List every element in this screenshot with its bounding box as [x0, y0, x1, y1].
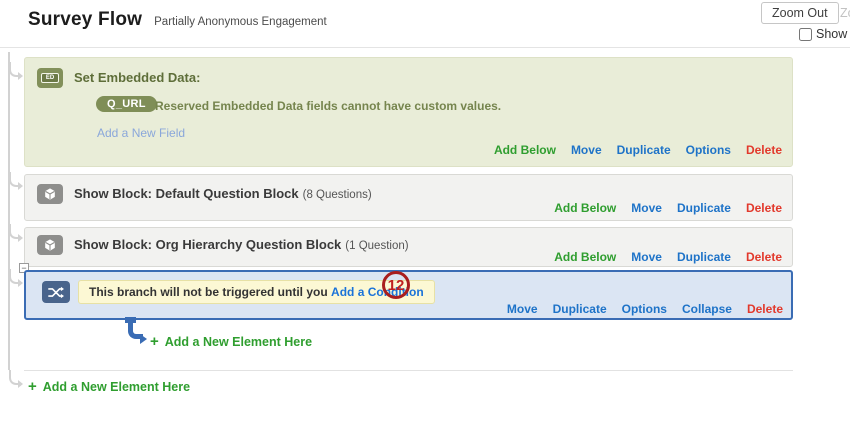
- duplicate-link[interactable]: Duplicate: [677, 201, 731, 215]
- reserved-field-message: Reserved Embedded Data fields cannot hav…: [155, 99, 501, 113]
- block-cube-icon: [37, 235, 63, 255]
- flow-arrow-icon: [9, 370, 20, 385]
- embedded-data-block: ED Set Embedded Data: Q_URL Reserved Emb…: [24, 57, 793, 167]
- flow-arrow-icon: [9, 62, 20, 77]
- add-below-link[interactable]: Add Below: [554, 201, 616, 215]
- options-link[interactable]: Options: [622, 302, 667, 316]
- delete-link[interactable]: Delete: [746, 250, 782, 264]
- bottom-divider: [24, 370, 793, 371]
- delete-link[interactable]: Delete: [747, 302, 783, 316]
- bottom-add-element-link[interactable]: + Add a New Element Here: [28, 379, 190, 394]
- branch-actions: Move Duplicate Options Collapse Delete: [507, 302, 783, 316]
- default-block-actions: Add Below Move Duplicate Delete: [554, 201, 782, 215]
- embedded-field-badge: Q_URL: [96, 96, 157, 112]
- delete-link[interactable]: Delete: [746, 201, 782, 215]
- embedded-block-actions: Add Below Move Duplicate Options Delete: [494, 143, 782, 157]
- block-cube-icon: [37, 184, 63, 204]
- question-count: (1 Question): [345, 240, 408, 252]
- survey-name: Partially Anonymous Engagement: [154, 16, 327, 28]
- zoom-out-button[interactable]: Zoom Out: [761, 2, 839, 24]
- block-title: Show Block: Org Hierarchy Question Block…: [74, 237, 409, 252]
- branch-icon: [42, 281, 70, 303]
- branch-block: This branch will not be triggered until …: [24, 270, 793, 320]
- show-flow-ids-toggle[interactable]: Show F: [799, 27, 850, 41]
- embedded-data-title: Set Embedded Data:: [74, 70, 200, 85]
- zoom-in-button-clipped[interactable]: Zoo: [840, 6, 850, 20]
- duplicate-link[interactable]: Duplicate: [677, 250, 731, 264]
- show-flow-ids-label: Show F: [816, 27, 850, 41]
- embedded-data-icon: ED: [37, 68, 63, 88]
- add-below-link[interactable]: Add Below: [494, 143, 556, 157]
- header: Survey Flow Partially Anonymous Engageme…: [28, 9, 327, 31]
- delete-link[interactable]: Delete: [746, 143, 782, 157]
- default-question-block: Show Block: Default Question Block(8 Que…: [24, 174, 793, 221]
- move-link[interactable]: Move: [631, 250, 662, 264]
- branch-add-element-link[interactable]: + Add a New Element Here: [150, 334, 312, 349]
- plus-icon: +: [150, 334, 159, 349]
- move-link[interactable]: Move: [631, 201, 662, 215]
- move-link[interactable]: Move: [571, 143, 602, 157]
- survey-flow-page: Survey Flow Partially Anonymous Engageme…: [0, 0, 850, 425]
- duplicate-link[interactable]: Duplicate: [553, 302, 607, 316]
- page-title: Survey Flow: [28, 9, 142, 31]
- branch-child-arrow-icon: [128, 319, 143, 339]
- question-count: (8 Questions): [303, 189, 372, 201]
- annotation-badge: 12: [382, 271, 410, 299]
- header-divider: [0, 47, 850, 48]
- add-below-link[interactable]: Add Below: [554, 250, 616, 264]
- options-link[interactable]: Options: [686, 143, 731, 157]
- add-new-field-link[interactable]: Add a New Field: [97, 126, 185, 140]
- move-link[interactable]: Move: [507, 302, 538, 316]
- flow-arrow-icon: [9, 172, 20, 187]
- block-title: Show Block: Default Question Block(8 Que…: [74, 186, 372, 201]
- duplicate-link[interactable]: Duplicate: [617, 143, 671, 157]
- flow-connector-line: [8, 52, 10, 370]
- flow-arrow-icon: [9, 224, 20, 239]
- collapse-link[interactable]: Collapse: [682, 302, 732, 316]
- plus-icon: +: [28, 379, 37, 394]
- org-block-actions: Add Below Move Duplicate Delete: [554, 250, 782, 264]
- org-hierarchy-block: Show Block: Org Hierarchy Question Block…: [24, 227, 793, 267]
- show-flow-ids-checkbox[interactable]: [799, 28, 812, 41]
